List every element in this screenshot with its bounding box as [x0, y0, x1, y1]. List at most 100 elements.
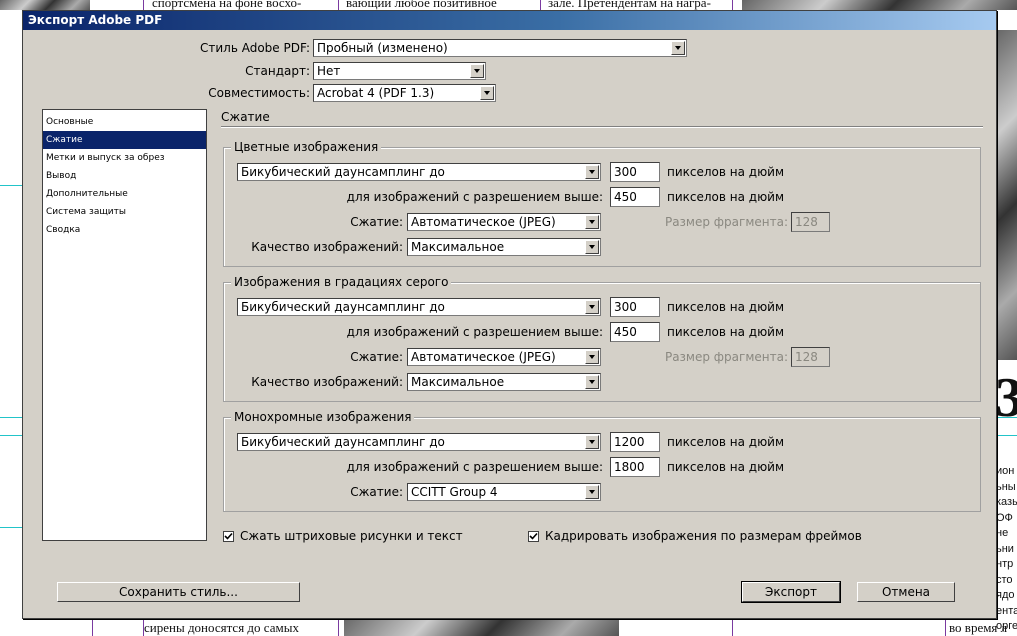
sidebar-item[interactable]: Сводка: [43, 221, 206, 239]
mono-compression-select[interactable]: CCITT Group 4: [407, 483, 601, 501]
guide-vertical: [92, 617, 93, 636]
chevron-down-icon[interactable]: [585, 240, 599, 254]
background-photo: [0, 0, 90, 10]
checkmark-icon: [224, 532, 233, 540]
background-text: ента: [996, 604, 1017, 617]
background-text: сто: [996, 573, 1013, 586]
save-style-button[interactable]: Сохранить стиль...: [57, 582, 300, 602]
mono-group-title: Монохромные изображения: [231, 410, 415, 424]
gray-quality-label: Качество изображений:: [251, 375, 403, 389]
standard-label: Стандарт:: [245, 64, 310, 78]
chevron-down-icon[interactable]: [671, 41, 685, 55]
compress-text-label[interactable]: Сжать штриховые рисунки и текст: [240, 527, 463, 545]
standard-value: Нет: [317, 64, 341, 78]
sidebar-item[interactable]: Вывод: [43, 167, 206, 185]
background-text: ьны: [996, 480, 1016, 493]
section-divider: [221, 126, 983, 128]
sidebar-item[interactable]: Система защиты: [43, 203, 206, 221]
color-quality-select[interactable]: Максимальное: [407, 238, 601, 256]
background-text: нтр: [996, 558, 1014, 570]
color-quality-value: Максимальное: [411, 240, 505, 254]
color-tile-label: Размер фрагмента:: [664, 215, 788, 229]
guide-vertical: [945, 617, 946, 636]
crop-frames-checkbox[interactable]: [528, 531, 539, 542]
mono-downsample-select[interactable]: Бикубический даунсамплинг до: [237, 433, 601, 451]
color-ppi-input[interactable]: 300: [610, 162, 660, 182]
export-pdf-dialog: Экспорт Adobe PDF Стиль Adobe PDF: Пробн…: [22, 10, 997, 619]
color-above-input[interactable]: 450: [610, 187, 660, 207]
checkmark-icon: [529, 532, 538, 540]
sidebar-item[interactable]: Основные: [43, 113, 206, 131]
standard-select[interactable]: Нет: [313, 62, 486, 80]
gray-quality-select[interactable]: Максимальное: [407, 373, 601, 391]
gray-above-unit: пикселов на дюйм: [667, 325, 785, 339]
color-above-unit: пикселов на дюйм: [667, 190, 785, 204]
compat-select[interactable]: Acrobat 4 (PDF 1.3): [313, 84, 496, 102]
sidebar-item[interactable]: Дополнительные: [43, 185, 206, 203]
chevron-down-icon[interactable]: [585, 215, 599, 229]
background-text: во время л: [949, 620, 1008, 635]
guide-vertical: [338, 0, 339, 10]
crop-frames-label[interactable]: Кадрировать изображения по размерам фрей…: [545, 527, 862, 545]
guide-vertical: [143, 0, 144, 10]
section-title: Сжатие: [221, 110, 270, 124]
chevron-down-icon[interactable]: [585, 435, 599, 449]
sidebar-item[interactable]: Метки и выпуск за обрез: [43, 149, 206, 167]
color-above-label: для изображений с разрешением выше:: [346, 190, 603, 204]
gray-compression-select[interactable]: Автоматическое (JPEG): [407, 348, 601, 366]
sidebar-item[interactable]: Сжатие: [43, 131, 206, 149]
gray-ppi-input[interactable]: 300: [610, 297, 660, 317]
chevron-down-icon[interactable]: [480, 86, 494, 100]
color-compression-value: Автоматическое (JPEG): [411, 215, 556, 229]
style-label: Стиль Adobe PDF:: [200, 41, 310, 55]
export-button[interactable]: Экспорт: [741, 581, 841, 603]
chevron-down-icon[interactable]: [585, 165, 599, 179]
color-downsample-value: Бикубический даунсамплинг до: [241, 165, 445, 179]
background-big-letter: 3: [995, 367, 1017, 429]
guide-vertical: [540, 0, 541, 10]
chevron-down-icon[interactable]: [585, 300, 599, 314]
background-photo: [742, 0, 1017, 10]
gray-downsample-value: Бикубический даунсамплинг до: [241, 300, 445, 314]
mono-compression-label: Сжатие:: [350, 485, 403, 499]
chevron-down-icon[interactable]: [585, 350, 599, 364]
guide-horizontal: [0, 527, 22, 528]
mono-downsample-value: Бикубический даунсамплинг до: [241, 435, 445, 449]
background-text: не: [996, 527, 1009, 539]
mono-above-label: для изображений с разрешением выше:: [346, 460, 603, 474]
mono-ppi-input[interactable]: 1200: [610, 432, 660, 452]
guide-horizontal: [0, 417, 22, 418]
guide-vertical: [732, 617, 733, 636]
mono-compression-value: CCITT Group 4: [411, 485, 498, 499]
guide-vertical: [732, 0, 733, 10]
gray-above-label: для изображений с разрешением выше:: [346, 325, 603, 339]
gray-compression-label: Сжатие:: [350, 350, 403, 364]
background-text: сирены доносятся до самых: [144, 620, 299, 635]
mono-above-input[interactable]: 1800: [610, 457, 660, 477]
compress-text-checkbox[interactable]: [223, 531, 234, 542]
color-downsample-select[interactable]: Бикубический даунсамплинг до: [237, 163, 601, 181]
guide-horizontal: [996, 435, 1017, 436]
chevron-down-icon[interactable]: [585, 375, 599, 389]
gray-downsample-select[interactable]: Бикубический даунсамплинг до: [237, 298, 601, 316]
background-text: ион: [996, 465, 1015, 477]
cancel-button[interactable]: Отмена: [857, 582, 955, 602]
gray-above-input[interactable]: 450: [610, 322, 660, 342]
chevron-down-icon[interactable]: [470, 64, 484, 78]
compat-label: Совместимость:: [208, 86, 310, 100]
guide-horizontal: [996, 417, 1017, 418]
dialog-title[interactable]: Экспорт Adobe PDF: [23, 11, 996, 30]
gray-tile-label: Размер фрагмента:: [664, 350, 788, 364]
background-photo: [344, 617, 619, 636]
background-text-column: ион ьны казы ОФ не ьни нтр сто ядо ента орге: [996, 464, 1017, 635]
style-select[interactable]: Пробный (изменено): [313, 39, 687, 57]
sidebar: Основные Сжатие Метки и выпуск за обрез Выв…: [42, 109, 207, 541]
color-compression-select[interactable]: Автоматическое (JPEG): [407, 213, 601, 231]
color-tile-input: 128: [791, 212, 830, 232]
gray-compression-value: Автоматическое (JPEG): [411, 350, 556, 364]
background-text: казы: [996, 496, 1017, 508]
guide-vertical: [338, 617, 339, 636]
chevron-down-icon[interactable]: [585, 485, 599, 499]
style-value: Пробный (изменено): [317, 41, 448, 55]
color-quality-label: Качество изображений:: [251, 240, 403, 254]
